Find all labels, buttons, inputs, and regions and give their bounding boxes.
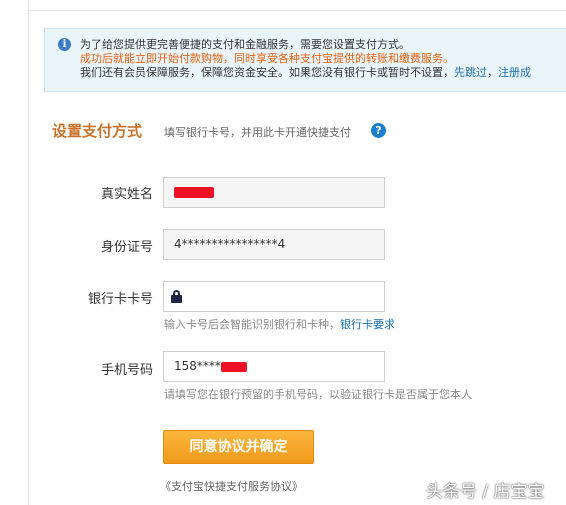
card-number-hint: 输入卡号后会智能识别银行和卡种，银行卡要求 xyxy=(164,316,395,332)
id-number-label: 身份证号 xyxy=(100,240,153,255)
notice-line-2: 成功后就能立即开始付款购物，同时享受各种支付宝提供的转账和缴费服务。 xyxy=(80,52,454,65)
id-number-field: 4****************4 xyxy=(163,229,385,260)
real-name-label: 真实姓名 xyxy=(100,187,153,202)
card-requirements-link[interactable]: 银行卡要求 xyxy=(340,318,395,331)
agree-and-confirm-button[interactable]: 同意协议并确定 xyxy=(163,430,314,464)
phone-value-prefix: 158**** xyxy=(174,359,221,373)
agreement-link[interactable]: 《支付宝快捷支付服务协议》 xyxy=(160,478,303,494)
watermark: 头条号 / 店宝宝 xyxy=(426,482,545,502)
notice-separator: ， xyxy=(487,66,498,79)
question-circle-icon[interactable]: ? xyxy=(371,123,386,138)
section-subtitle: 填写银行卡号，并用此卡开通快捷支付 xyxy=(164,126,351,139)
card-input-prefix xyxy=(163,281,193,312)
notice-line-3-text: 我们还有会员保障服务，保障您资金安全。如果您没有银行卡或暂时不设置， xyxy=(80,66,454,79)
top-divider xyxy=(28,10,566,11)
notice-line-1: 为了给您提供更完善便捷的支付和金融服务，需要您设置支付方式。 xyxy=(80,38,410,51)
skip-link[interactable]: 先跳过 xyxy=(454,66,487,79)
notice-box: i 为了给您提供更完善便捷的支付和金融服务，需要您设置支付方式。 成功后就能立即… xyxy=(44,28,566,92)
real-name-field xyxy=(163,177,385,208)
notice-line-3: 我们还有会员保障服务，保障您资金安全。如果您没有银行卡或暂时不设置，先跳过，注册… xyxy=(80,66,531,80)
lock-icon xyxy=(171,290,182,303)
card-hint-text: 输入卡号后会智能识别银行和卡种， xyxy=(164,318,340,331)
phone-input[interactable]: 158**** xyxy=(163,351,385,382)
redaction-mark xyxy=(174,187,214,198)
redaction-mark xyxy=(220,361,247,372)
phone-hint: 请填写您在银行预留的手机号码，以验证银行卡是否属于您本人 xyxy=(164,388,472,401)
info-icon: i xyxy=(58,38,71,51)
card-number-label: 银行卡卡号 xyxy=(87,292,153,307)
register-link[interactable]: 注册成 xyxy=(498,66,531,79)
card-number-input[interactable] xyxy=(163,281,385,312)
phone-label: 手机号码 xyxy=(100,363,153,378)
section-title: 设置支付方式 xyxy=(52,122,143,140)
